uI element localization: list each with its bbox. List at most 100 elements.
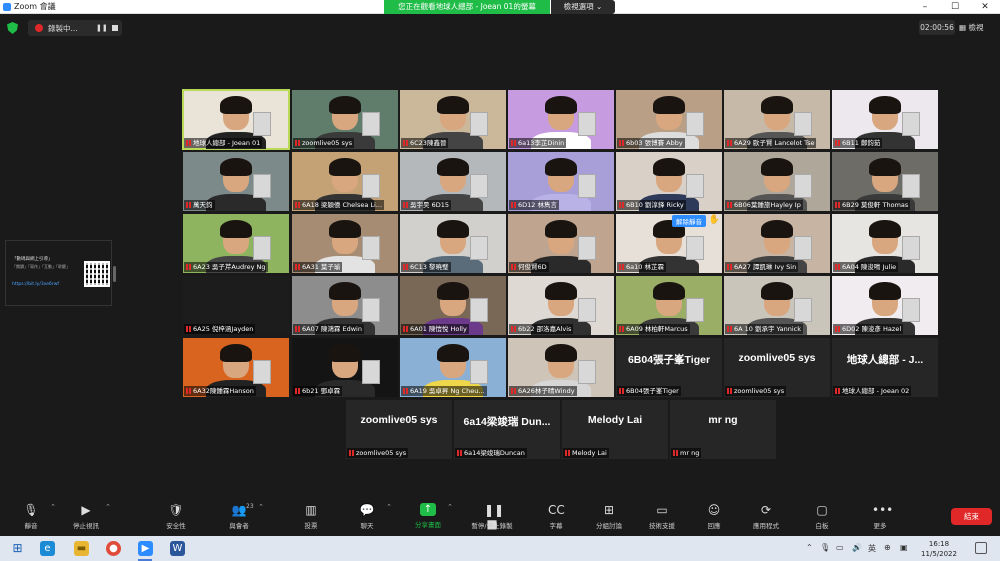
participant-tile[interactable]: 6A19 吳卓昇 Ng Cheu... <box>400 338 506 397</box>
toolbar-icon: 💬 <box>359 503 375 517</box>
notification-center-icon[interactable] <box>975 542 987 554</box>
maximize-button[interactable]: ☐ <box>940 0 970 14</box>
ime-mode-icon[interactable]: ⊕ <box>884 543 891 552</box>
end-meeting-button[interactable]: 結束 <box>951 508 992 525</box>
participant-tile[interactable]: 6D02 陳浚彥 Hazel <box>832 276 938 335</box>
participant-tile[interactable]: Melody Lai Melody Lai <box>562 400 668 459</box>
participant-video-hair <box>437 96 469 114</box>
windows-start-icon[interactable]: ⊞ <box>10 541 25 556</box>
participant-tile[interactable]: 6A07 陳鴻霖 Edwin <box>292 276 398 335</box>
participant-tile[interactable]: 6A 10 劉承宇 Yannick <box>724 276 830 335</box>
participant-tile[interactable]: 6A09 林柏軒Marcus <box>616 276 722 335</box>
toolbar-button[interactable]: ▢ 白板 <box>793 503 851 535</box>
participant-tile[interactable]: 解除靜音 ✋ 6a10 林芷霖 <box>616 214 722 273</box>
participant-tile[interactable]: zoomlive05 sys zoomlive05 sys <box>724 338 830 397</box>
input-language-indicator[interactable]: 英 <box>868 543 876 554</box>
participant-tile[interactable]: 6A32陳鍾霖Hanson <box>183 338 289 397</box>
stop-recording-icon[interactable] <box>112 25 118 31</box>
minimize-button[interactable]: – <box>910 0 940 14</box>
participant-tile[interactable]: 6b22 邵洛嘉Alvis <box>508 276 614 335</box>
participant-tile[interactable]: 吳宇昊 6D15 <box>400 152 506 211</box>
toolbar-button[interactable]: ⟳ 應用程式 <box>737 503 795 535</box>
toolbar-button[interactable]: CC 字幕 <box>527 503 585 535</box>
qr-code-icon <box>84 261 110 287</box>
participant-tile[interactable]: 6C23陳鑫晉 <box>400 90 506 149</box>
participant-tile[interactable]: zoomlive05 sys <box>292 90 398 149</box>
chevron-up-icon[interactable]: ⌃ <box>447 503 453 511</box>
participant-tile[interactable]: 萬天鈞 <box>183 152 289 211</box>
microphone-tray-icon[interactable]: 🎙 <box>820 543 830 552</box>
participant-name-label: zoomlive05 sys <box>347 448 409 458</box>
network-tray-icon[interactable]: ▭ <box>836 543 844 552</box>
participant-name: 6A25 倪梓涵Jayden <box>193 325 254 333</box>
participant-display-name: 6a14梁竣瑞 Dun... <box>463 416 551 428</box>
view-options-button[interactable]: 檢視選項 ⌄ <box>551 0 615 14</box>
participant-tile[interactable]: zoomlive05 sys zoomlive05 sys <box>346 400 452 459</box>
toolbar-label: 靜音 <box>24 522 38 530</box>
toolbar-button[interactable]: ▭ 技術支援 <box>633 503 691 535</box>
toolbar-button[interactable]: 🛡 安全性 <box>147 503 205 535</box>
toolbar-button[interactable]: 🎙 靜音 ⌃ <box>2 503 60 535</box>
participant-name: 6A07 陳鴻霖 Edwin <box>302 325 362 333</box>
toolbar-button[interactable]: ↑ 分享畫面 ⌃ <box>399 503 457 535</box>
participant-tile[interactable]: 6B29 莫俊軒 Thomas <box>832 152 938 211</box>
chevron-up-icon[interactable]: ⌃ <box>386 503 392 511</box>
participant-tile[interactable]: 6A18 梁穎僖 Chelsea Li... <box>292 152 398 211</box>
chevron-up-icon[interactable]: ⌃ <box>258 503 264 511</box>
participant-tile[interactable]: 6A26林子晴Windy <box>508 338 614 397</box>
participant-tile[interactable]: 6A04 陳浚鳴 Julie <box>832 214 938 273</box>
taskbar-clock[interactable]: 16:18 11/5/2022 <box>916 539 962 559</box>
encryption-shield-icon[interactable] <box>7 22 18 34</box>
participant-name: 6A27 譚凱琳 Ivy Sin <box>734 263 797 271</box>
participant-tile[interactable]: 6A23 吳子芹Audrey Ng <box>183 214 289 273</box>
toolbar-button[interactable]: 💬 聊天 ⌃ <box>338 503 396 535</box>
volume-tray-icon[interactable]: 🔊 <box>852 543 862 552</box>
tray-overflow-icon[interactable]: ⌃ <box>806 543 813 552</box>
chrome-browser-icon[interactable]: ● <box>106 541 121 556</box>
participant-tile[interactable]: mr ng mr ng <box>670 400 776 459</box>
participant-tile[interactable]: 6B04張子峯Tiger 6B04張子峯Tiger <box>616 338 722 397</box>
participant-tile[interactable]: 6b21 鄧卓霖 <box>292 338 398 397</box>
participant-tile[interactable]: 6A01 陳愷悅 Holly <box>400 276 506 335</box>
word-icon[interactable]: W <box>170 541 185 556</box>
participant-tile[interactable]: 6A31 葉子瑜 <box>292 214 398 273</box>
edge-browser-icon[interactable]: e <box>40 541 55 556</box>
participant-name: 6B06葉鍾旅Hayley Ip <box>734 201 801 209</box>
participant-tile[interactable]: 6B06葉鍾旅Hayley Ip <box>724 152 830 211</box>
shared-screen-thumbnail[interactable]: 「數碼與網上引導」 「閱讀」「寫作」「互動」「聆聽」 https://bit.l… <box>5 240 112 306</box>
close-button[interactable]: ✕ <box>970 0 1000 14</box>
file-explorer-icon[interactable]: ▬ <box>74 541 89 556</box>
participant-video-hair <box>761 282 793 300</box>
participant-name: zoomlive05 sys <box>302 139 353 147</box>
zoom-taskbar-icon[interactable]: ▶ <box>138 541 153 556</box>
toolbar-button[interactable]: ▥ 投票 <box>282 503 340 535</box>
gallery-view-button[interactable]: ▦ 檢視 <box>959 20 997 35</box>
participant-tile[interactable]: 地球人總部 - Joean 01 <box>182 89 290 150</box>
thumbnail-drag-handle[interactable] <box>113 266 116 282</box>
muted-mic-icon <box>295 202 300 208</box>
participant-tile[interactable]: 6D12 林雋言 <box>508 152 614 211</box>
participant-tile[interactable]: 6C13 黎曉璧 <box>400 214 506 273</box>
participant-tile[interactable]: 6B10 劉淳鋒 Ricky <box>616 152 722 211</box>
chevron-up-icon[interactable]: ⌃ <box>50 503 56 511</box>
chevron-up-icon[interactable]: ⌃ <box>105 503 111 511</box>
toolbar-button[interactable]: 👥 與會者 23 ⌃ <box>210 503 268 535</box>
toolbar-button[interactable]: ❚❚ ■ 暫停/停止錄製 <box>463 503 521 535</box>
participant-tile[interactable]: 6a13李芷Dinin <box>508 90 614 149</box>
participant-tile[interactable]: 6a14梁竣瑞 Dun... 6a14梁竣瑞Duncan <box>454 400 560 459</box>
toolbar-button[interactable]: ☺ 回應 <box>685 503 743 535</box>
participant-tile[interactable]: 6B11 鄭鈞茹 <box>832 90 938 149</box>
participant-tile[interactable]: 地球人總部 - J... 地球人總部 - Joean 02 <box>832 338 938 397</box>
participant-tile[interactable]: 6A29 歐子賢 Lancelot Tse <box>724 90 830 149</box>
toolbar-label: 暫停/停止錄製 <box>471 522 513 530</box>
participant-tile[interactable]: 6A27 譚凱琳 Ivy Sin <box>724 214 830 273</box>
participant-tile[interactable]: 6A25 倪梓涵Jayden <box>183 276 289 335</box>
toolbar-button[interactable]: ⊞ 分組討論 <box>580 503 638 535</box>
pause-recording-icon[interactable]: ❚❚ <box>96 24 108 32</box>
toolbar-button[interactable]: ▶ 停止視訊 ⌃ <box>57 503 115 535</box>
unmute-request-button[interactable]: 解除靜音 <box>672 215 706 227</box>
toolbar-button[interactable]: ••• 更多 <box>851 503 909 535</box>
display-tray-icon[interactable]: ▣ <box>900 543 908 552</box>
participant-tile[interactable]: 何俊賢6D <box>508 214 614 273</box>
participant-tile[interactable]: 6b03 張博賽 Abby <box>616 90 722 149</box>
